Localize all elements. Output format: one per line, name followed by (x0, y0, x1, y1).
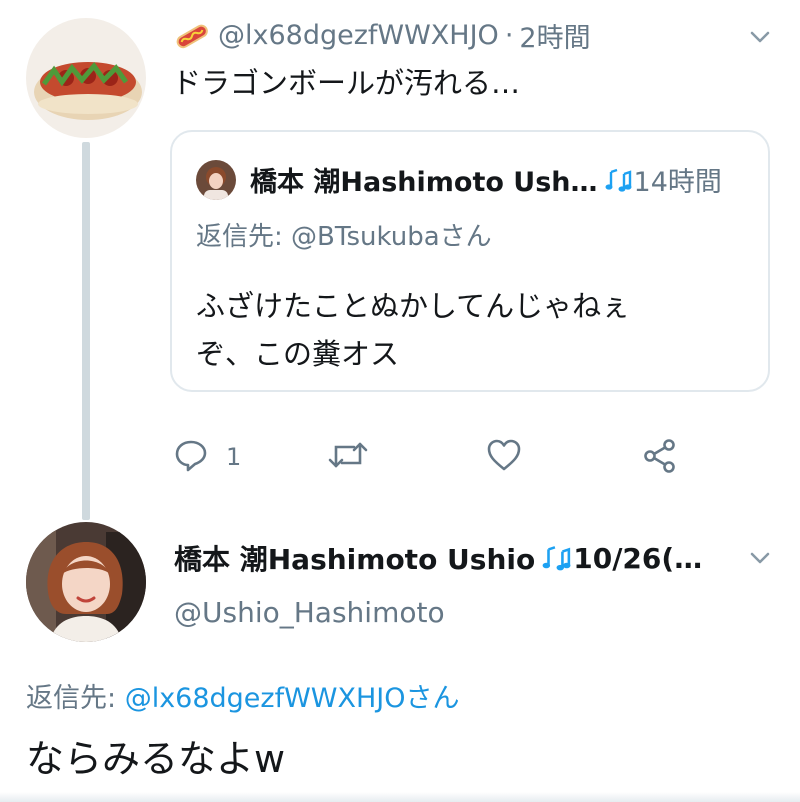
separator: · (504, 20, 514, 51)
reply-icon (174, 438, 208, 476)
hotdog-icon (172, 20, 212, 52)
tweet-text: ならみるなよw (26, 737, 286, 781)
reply-to: 返信先: @BTsukubaさん (196, 216, 492, 253)
tweet-text: ドラゴンボールが汚れる… (172, 66, 521, 100)
reply-prefix: 返信先: (26, 683, 125, 714)
share-icon (642, 438, 678, 478)
share-button[interactable] (642, 438, 678, 478)
avatar[interactable] (26, 18, 146, 138)
text-line: ふざけたことぬかしてんじゃねぇ (196, 289, 631, 323)
tweet-handle[interactable]: @lx68dgezfWWXHJO (218, 20, 499, 51)
like-button[interactable] (486, 438, 522, 476)
reply-handle[interactable]: @lx68dgezfWWXHJOさん (125, 683, 460, 714)
reply-button[interactable]: 1 (174, 438, 241, 476)
divider (0, 792, 800, 802)
reply-count: 1 (226, 443, 242, 471)
quoted-tweet-card[interactable]: 橋本 潮Hashimoto Ush… 14時間 返信先: @BTsukubaさん… (170, 130, 770, 392)
reply-prefix: 返信先: (196, 222, 292, 252)
music-notes-icon (541, 543, 571, 573)
tweet-header: 橋本 潮Hashimoto Ushio 10/26(… (174, 538, 702, 578)
tweet-handle[interactable]: @Ushio_Hashimoto (174, 596, 445, 629)
text-line: ぞ、この糞オス (196, 337, 400, 371)
avatar (196, 160, 236, 200)
tweet-time[interactable]: 2時間 (519, 16, 590, 55)
avatar[interactable] (26, 522, 146, 642)
quoted-tweet-text: ふざけたことぬかしてんじゃねぇ ぞ、この糞オス (196, 282, 756, 378)
display-name[interactable]: 橋本 潮Hashimoto Ushio (174, 538, 535, 578)
retweet-icon (328, 438, 368, 476)
chevron-down-icon[interactable] (745, 22, 775, 52)
tweet-header: @lx68dgezfWWXHJO · 2時間 (172, 16, 591, 55)
reply-handle: @BTsukubaさん (291, 222, 492, 252)
heart-icon (486, 438, 522, 476)
retweet-button[interactable] (328, 438, 368, 476)
thread-line (82, 142, 90, 520)
chevron-down-icon[interactable] (745, 543, 775, 573)
music-notes-icon (604, 166, 632, 194)
display-name: 橋本 潮Hashimoto Ush… (250, 167, 598, 198)
reply-to: 返信先: @lx68dgezfWWXHJOさん (26, 676, 460, 715)
tweet-time: 14時間 (633, 167, 722, 198)
tweet-time[interactable]: 10/26(… (573, 542, 702, 575)
quoted-tweet-header: 橋本 潮Hashimoto Ush… 14時間 (250, 160, 722, 199)
